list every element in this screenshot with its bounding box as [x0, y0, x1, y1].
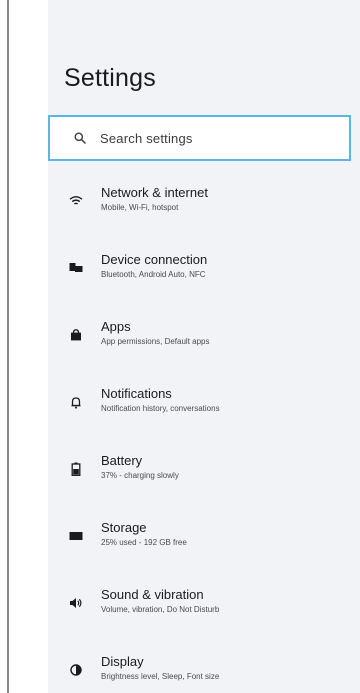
- battery-icon: [68, 461, 84, 477]
- settings-item-battery[interactable]: Battery 37% - charging slowly: [48, 446, 360, 513]
- divider: [7, 0, 9, 693]
- settings-item-sound[interactable]: Sound & vibration Volume, vibration, Do …: [48, 580, 360, 647]
- settings-item-storage[interactable]: Storage 25% used - 192 GB free: [48, 513, 360, 580]
- page-title: Settings: [64, 64, 156, 92]
- settings-item-label: Apps: [101, 319, 131, 334]
- settings-item-summary: App permissions, Default apps: [101, 337, 210, 346]
- wifi-icon: [68, 193, 84, 209]
- settings-item-network[interactable]: Network & internet Mobile, Wi-Fi, hotspo…: [48, 178, 360, 245]
- settings-item-label: Device connection: [101, 252, 208, 267]
- settings-item-label: Network & internet: [101, 185, 208, 200]
- page: Settings Search settings Network & inter…: [0, 0, 360, 693]
- speaker-icon: [68, 595, 84, 611]
- settings-item-label: Battery: [101, 453, 143, 468]
- settings-item-apps[interactable]: Apps App permissions, Default apps: [48, 312, 360, 379]
- search-icon: [74, 132, 86, 144]
- settings-item-device-connection[interactable]: Device connection Bluetooth, Android Aut…: [48, 245, 360, 312]
- settings-item-summary: Mobile, Wi-Fi, hotspot: [101, 203, 179, 212]
- settings-item-summary: 37% - charging slowly: [101, 471, 179, 480]
- settings-item-summary: 25% used - 192 GB free: [101, 538, 187, 547]
- settings-item-label: Display: [101, 654, 144, 669]
- settings-item-display[interactable]: Display Brightness level, Sleep, Font si…: [48, 647, 360, 693]
- bell-icon: [68, 394, 84, 410]
- search-bar[interactable]: Search settings: [48, 115, 351, 161]
- settings-item-label: Storage: [101, 520, 147, 535]
- settings-screen: Settings Search settings Network & inter…: [48, 0, 360, 693]
- settings-item-label: Notifications: [101, 386, 172, 401]
- settings-item-summary: Notification history, conversations: [101, 404, 220, 413]
- settings-item-label: Sound & vibration: [101, 587, 204, 602]
- settings-item-notifications[interactable]: Notifications Notification history, conv…: [48, 379, 360, 446]
- apps-icon: [68, 327, 84, 343]
- devices-icon: [68, 260, 84, 276]
- settings-item-summary: Brightness level, Sleep, Font size: [101, 672, 220, 681]
- display-icon: [68, 662, 84, 678]
- settings-item-summary: Volume, vibration, Do Not Disturb: [101, 605, 220, 614]
- search-input[interactable]: Search settings: [100, 131, 193, 146]
- settings-list: Network & internet Mobile, Wi-Fi, hotspo…: [48, 178, 360, 693]
- storage-icon: [68, 528, 84, 544]
- settings-item-summary: Bluetooth, Android Auto, NFC: [101, 270, 206, 279]
